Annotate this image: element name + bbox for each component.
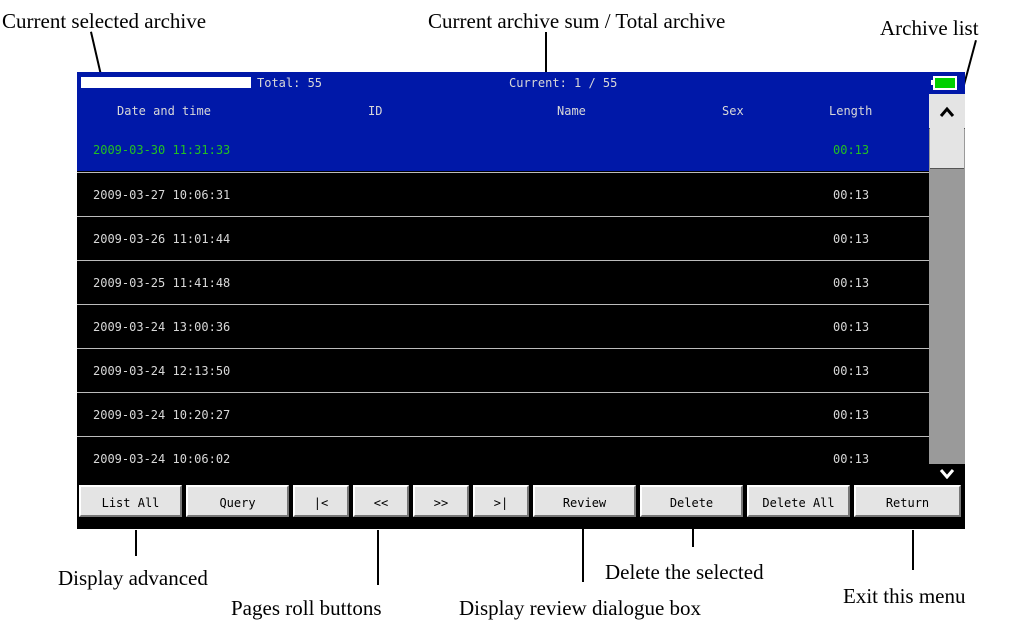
query-button[interactable]: Query bbox=[186, 485, 289, 517]
callout-delete-selected: Delete the selected bbox=[605, 560, 764, 584]
column-header-id: ID bbox=[368, 104, 383, 118]
archive-row[interactable]: 2009-03-24 12:13:50 00:13 bbox=[77, 348, 929, 392]
delete-button[interactable]: Delete bbox=[640, 485, 743, 517]
callout-current-selected-archive: Current selected archive bbox=[2, 9, 207, 33]
archive-row[interactable]: 2009-03-24 10:20:27 00:13 bbox=[77, 392, 929, 436]
archive-row[interactable]: 2009-03-25 11:41:48 00:13 bbox=[77, 260, 929, 304]
column-header-row: Date and time ID Name Sex Length bbox=[77, 94, 929, 128]
battery-icon bbox=[933, 76, 957, 90]
archive-list: 2009-03-30 11:31:33 00:13 2009-03-27 10:… bbox=[77, 128, 929, 480]
row-date: 2009-03-24 10:20:27 bbox=[93, 408, 231, 422]
row-length: 00:13 bbox=[833, 320, 870, 334]
column-header-length: Length bbox=[829, 104, 873, 118]
row-date: 2009-03-30 11:31:33 bbox=[93, 143, 231, 157]
list-scrollbar[interactable] bbox=[929, 94, 965, 480]
row-date: 2009-03-24 12:13:50 bbox=[93, 364, 231, 378]
leader-line-pages bbox=[377, 530, 379, 585]
callout-current-sum-total: Current archive sum / Total archive bbox=[428, 9, 726, 33]
return-button[interactable]: Return bbox=[854, 485, 961, 517]
progress-bar bbox=[81, 77, 251, 88]
prev-page-button[interactable]: << bbox=[353, 485, 409, 517]
column-header-sex: Sex bbox=[722, 104, 744, 118]
archive-row[interactable]: 2009-03-24 10:06:02 00:13 bbox=[77, 436, 929, 480]
chevron-up-icon bbox=[939, 106, 955, 117]
chevron-down-icon bbox=[939, 469, 955, 480]
callout-archive-list: Archive list bbox=[880, 16, 979, 40]
callout-display-advanced: Display advanced bbox=[58, 566, 208, 590]
archive-row[interactable]: 2009-03-27 10:06:31 00:13 bbox=[77, 172, 929, 216]
row-length: 00:13 bbox=[833, 143, 870, 157]
row-length: 00:13 bbox=[833, 364, 870, 378]
row-date: 2009-03-24 13:00:36 bbox=[93, 320, 231, 334]
column-header-name: Name bbox=[557, 104, 586, 118]
archive-row[interactable]: 2009-03-26 11:01:44 00:13 bbox=[77, 216, 929, 260]
scroll-down-button[interactable] bbox=[929, 464, 965, 480]
review-button[interactable]: Review bbox=[533, 485, 636, 517]
row-date: 2009-03-24 10:06:02 bbox=[93, 452, 231, 466]
column-header-date: Date and time bbox=[117, 104, 211, 118]
status-header: Total: 55 Current: 1 / 55 bbox=[77, 72, 965, 94]
row-date: 2009-03-27 10:06:31 bbox=[93, 188, 231, 202]
archive-screen: Total: 55 Current: 1 / 55 Date and time … bbox=[77, 72, 965, 529]
callout-display-review: Display review dialogue box bbox=[459, 596, 702, 620]
row-length: 00:13 bbox=[833, 188, 870, 202]
row-date: 2009-03-25 11:41:48 bbox=[93, 276, 231, 290]
row-length: 00:13 bbox=[833, 452, 870, 466]
row-length: 00:13 bbox=[833, 408, 870, 422]
next-page-button[interactable]: >> bbox=[413, 485, 469, 517]
button-toolbar: List All Query |< << >> >| Review Delete… bbox=[77, 480, 965, 529]
delete-all-button[interactable]: Delete All bbox=[747, 485, 850, 517]
current-position: Current: 1 / 55 bbox=[509, 76, 618, 90]
leader-line-exit bbox=[912, 530, 914, 570]
total-count: Total: 55 bbox=[257, 76, 323, 90]
leader-line-advanced bbox=[135, 530, 137, 556]
row-length: 00:13 bbox=[833, 232, 870, 246]
scroll-up-button[interactable] bbox=[929, 94, 965, 129]
callout-exit-menu: Exit this menu bbox=[843, 584, 966, 608]
list-all-button[interactable]: List All bbox=[79, 485, 182, 517]
archive-row[interactable]: 2009-03-24 13:00:36 00:13 bbox=[77, 304, 929, 348]
leader-line-sum bbox=[545, 32, 547, 72]
last-page-button[interactable]: >| bbox=[473, 485, 529, 517]
row-length: 00:13 bbox=[833, 276, 870, 290]
scroll-thumb[interactable] bbox=[930, 128, 964, 169]
archive-row-selected[interactable]: 2009-03-30 11:31:33 00:13 bbox=[77, 128, 929, 171]
first-page-button[interactable]: |< bbox=[293, 485, 349, 517]
callout-pages-roll-buttons: Pages roll buttons bbox=[231, 596, 382, 620]
row-date: 2009-03-26 11:01:44 bbox=[93, 232, 231, 246]
